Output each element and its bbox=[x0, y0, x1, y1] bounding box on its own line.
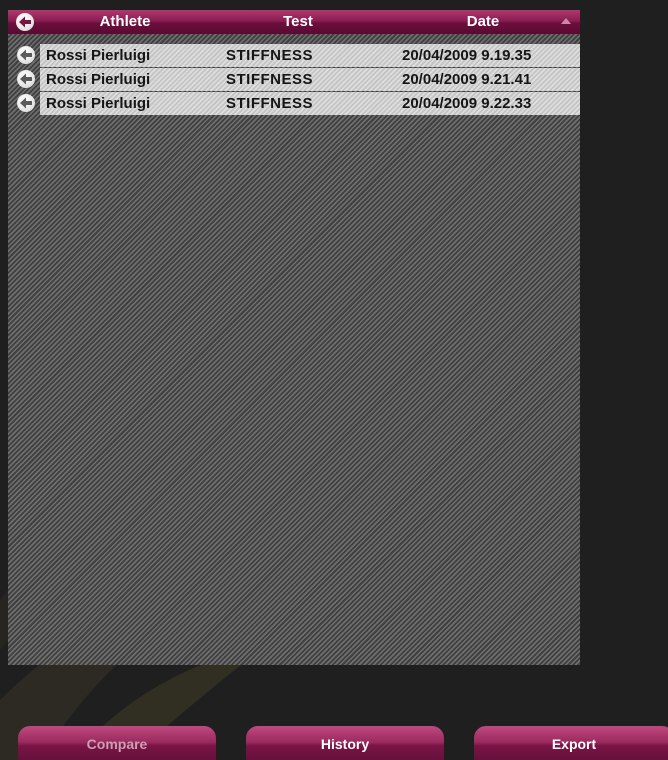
history-button[interactable]: History bbox=[246, 726, 444, 760]
cell-test: STIFFNESS bbox=[226, 47, 314, 64]
cell-date: 20/04/2009 9.19.35 bbox=[402, 47, 532, 64]
back-arrow-icon[interactable] bbox=[16, 13, 34, 31]
table-row[interactable]: Rossi Pierluigi STIFFNESS 20/04/2009 9.2… bbox=[8, 92, 580, 116]
cell-test: STIFFNESS bbox=[226, 71, 314, 88]
column-header-date[interactable]: Date bbox=[408, 13, 558, 30]
column-header-athlete[interactable]: Athlete bbox=[40, 13, 210, 30]
back-arrow-icon[interactable] bbox=[17, 46, 35, 64]
app-screen: Athlete Test Date Rossi Pierluigi STIFFN… bbox=[0, 0, 668, 760]
table-row[interactable]: Rossi Pierluigi STIFFNESS 20/04/2009 9.2… bbox=[8, 68, 580, 92]
results-table: Athlete Test Date Rossi Pierluigi STIFFN… bbox=[8, 10, 580, 665]
cell-date: 20/04/2009 9.22.33 bbox=[402, 95, 532, 112]
cell-date: 20/04/2009 9.21.41 bbox=[402, 71, 532, 88]
table-row[interactable]: Rossi Pierluigi STIFFNESS 20/04/2009 9.1… bbox=[8, 44, 580, 68]
cell-athlete: Rossi Pierluigi bbox=[46, 71, 151, 88]
compare-button[interactable]: Compare bbox=[18, 726, 216, 760]
cell-athlete: Rossi Pierluigi bbox=[46, 95, 151, 112]
cell-test: STIFFNESS bbox=[226, 95, 314, 112]
table-header: Athlete Test Date bbox=[8, 10, 580, 34]
sort-ascending-icon[interactable] bbox=[561, 18, 571, 24]
cell-athlete: Rossi Pierluigi bbox=[46, 47, 151, 64]
column-header-test[interactable]: Test bbox=[238, 13, 358, 30]
back-arrow-icon[interactable] bbox=[17, 94, 35, 112]
back-arrow-icon[interactable] bbox=[17, 70, 35, 88]
export-button[interactable]: Export bbox=[474, 726, 668, 760]
